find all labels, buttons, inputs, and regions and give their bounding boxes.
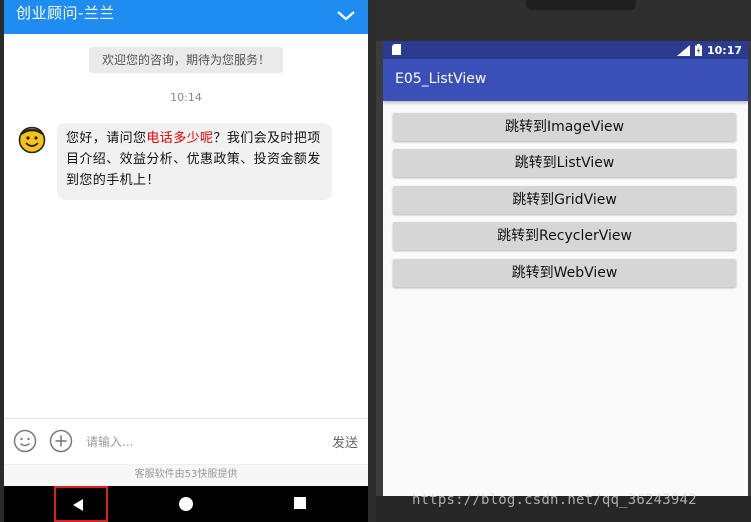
chat-input-bar: 发送 bbox=[4, 418, 368, 464]
goto-webview-button[interactable]: 跳转到WebView bbox=[393, 259, 736, 287]
battery-icon bbox=[694, 44, 702, 56]
goto-recyclerview-button[interactable]: 跳转到RecyclerView bbox=[393, 222, 736, 250]
android-nav-bar bbox=[4, 486, 368, 522]
emulator-phone: 10:17 E05_ListView 跳转到ImageView 跳转到ListV… bbox=[376, 0, 751, 522]
nav-back-button[interactable] bbox=[54, 486, 108, 522]
status-time: 10:17 bbox=[706, 43, 742, 57]
app-title: E05_ListView bbox=[395, 71, 487, 87]
agent-avatar bbox=[17, 125, 47, 155]
back-triangle-icon bbox=[73, 499, 83, 511]
status-bar: 10:17 bbox=[383, 41, 748, 59]
screenshot: 创业顾问-兰兰 欢迎您的咨询，期待为您服务！ 10:14 您好，请问您电话多少呢… bbox=[0, 0, 751, 522]
emoji-button[interactable] bbox=[13, 429, 37, 453]
agent-message-bubble: 您好，请问您电话多少呢？我们会及时把项目介绍、效益分析、优惠政策、投资金额发到您… bbox=[57, 123, 332, 200]
signal-icon bbox=[676, 44, 690, 56]
welcome-notice: 欢迎您的咨询，期待为您服务！ bbox=[89, 47, 283, 73]
chat-title: 创业顾问-兰兰 bbox=[16, 4, 115, 22]
emulator-screen: 10:17 E05_ListView 跳转到ImageView 跳转到ListV… bbox=[383, 41, 748, 496]
emoji-icon bbox=[13, 429, 37, 453]
plus-icon bbox=[49, 429, 73, 453]
collapse-button[interactable] bbox=[336, 8, 356, 22]
message-input[interactable] bbox=[86, 431, 306, 453]
home-circle-icon[interactable] bbox=[179, 497, 193, 511]
message-highlight: 电话多少呢 bbox=[146, 131, 214, 146]
earpiece bbox=[526, 0, 636, 10]
phone-bezel-top bbox=[376, 0, 751, 41]
chevron-down-icon bbox=[337, 11, 355, 21]
goto-listview-button[interactable]: 跳转到ListView bbox=[393, 149, 736, 177]
goto-imageview-button[interactable]: 跳转到ImageView bbox=[393, 113, 736, 141]
watermark-text: https://blog.csdn.net/qq_36243942 bbox=[412, 492, 697, 508]
app-bar: E05_ListView bbox=[383, 59, 748, 101]
smiley-avatar-icon bbox=[18, 126, 46, 154]
send-button[interactable]: 发送 bbox=[332, 432, 358, 451]
left-phone: 创业顾问-兰兰 欢迎您的咨询，期待为您服务！ 10:14 您好，请问您电话多少呢… bbox=[0, 0, 376, 522]
sd-card-icon bbox=[392, 44, 401, 55]
chat-window: 创业顾问-兰兰 欢迎您的咨询，期待为您服务！ 10:14 您好，请问您电话多少呢… bbox=[4, 0, 368, 486]
message-timestamp: 10:14 bbox=[170, 91, 202, 104]
message-text: 您好，请问您 bbox=[66, 131, 147, 146]
status-icons: 10:17 bbox=[676, 43, 742, 57]
service-provider-note: 客服软件由53快服提供 bbox=[4, 464, 368, 486]
goto-gridview-button[interactable]: 跳转到GridView bbox=[393, 186, 736, 214]
attach-button[interactable] bbox=[49, 429, 73, 453]
recent-square-icon[interactable] bbox=[294, 497, 306, 509]
chat-header: 创业顾问-兰兰 bbox=[4, 0, 368, 34]
